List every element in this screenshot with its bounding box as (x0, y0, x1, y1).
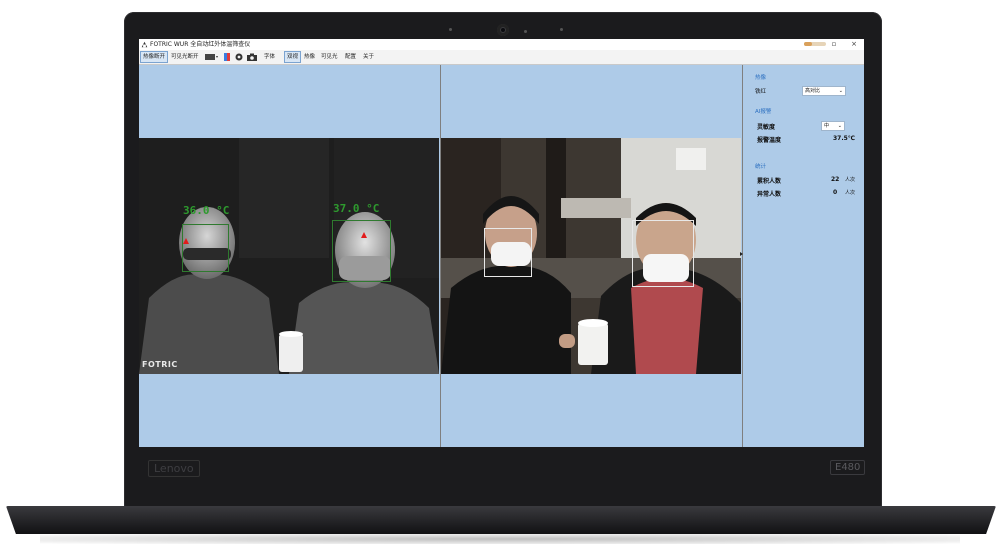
thermal-disconnect-button[interactable]: 热像断开 (140, 51, 169, 63)
section-heading-ai: AI报警 (755, 109, 772, 115)
title-bar: FOTRIC WUR 全自动红外体温筛查仪 ▫ × (139, 39, 864, 50)
color-bar-icon[interactable] (223, 53, 231, 61)
watermark: FOTRIC (142, 360, 178, 369)
alarm-temp-label: 报警温度 (757, 137, 782, 144)
abnormal-count-unit: 人次 (845, 190, 856, 196)
about-button[interactable]: 关于 (361, 52, 376, 62)
sensitivity-select[interactable]: 中 ⌄ (821, 121, 845, 131)
palette-label: 铁红 (755, 89, 767, 95)
window-title: FOTRIC WUR 全自动红外体温筛查仪 (150, 41, 251, 48)
config-button[interactable]: 配置 (343, 52, 358, 62)
close-button[interactable]: × (847, 39, 861, 50)
visible-video (441, 138, 741, 374)
total-count-unit: 人次 (845, 177, 856, 183)
pane-divider[interactable] (742, 65, 743, 447)
window-toggle[interactable] (804, 42, 826, 46)
collapse-panel-icon[interactable] (740, 252, 743, 256)
app-window: FOTRIC WUR 全自动红外体温筛查仪 ▫ × 热像断开 可见光断开 字体 … (139, 39, 864, 447)
face-detection-box (182, 224, 229, 272)
toolbar: 热像断开 可见光断开 字体 双视 热像 可见光 配置 关于 (139, 50, 864, 65)
model-badge: E480 (830, 460, 866, 475)
face-detection-box (484, 228, 532, 277)
palette-select-value: 高对比 (805, 88, 821, 94)
app-logo-icon (141, 41, 148, 48)
settings-panel: 热像 铁红 高对比 ⌄ AI报警 灵敏度 中 ⌄ 报警温度 37.5℃ 统计 累… (745, 65, 864, 447)
settings-icon[interactable] (235, 53, 243, 61)
temperature-label: 37.0 °C (333, 202, 380, 215)
temperature-label: 36.0 °C (183, 204, 230, 217)
alarm-temp-value[interactable]: 37.5℃ (833, 135, 855, 142)
brand-logo: Lenovo (148, 460, 200, 477)
indicator-light (524, 30, 527, 33)
thermal-video: 36.0 °C 37.0 °C FOTRIC (139, 138, 439, 374)
dual-view-button[interactable]: 双视 (284, 51, 302, 63)
sensitivity-label: 灵敏度 (757, 124, 776, 131)
section-heading-stats: 统计 (755, 164, 767, 170)
thermal-view-button[interactable]: 热像 (302, 52, 317, 62)
visible-disconnect-button[interactable]: 可见光断开 (169, 52, 201, 62)
camera-icon[interactable] (247, 53, 257, 61)
visible-pane (441, 65, 741, 447)
thermal-pane: 36.0 °C 37.0 °C FOTRIC (139, 65, 440, 447)
indicator-light (560, 28, 563, 31)
palette-select[interactable]: 高对比 ⌄ (802, 86, 846, 96)
webcam-icon (497, 24, 509, 36)
font-button[interactable]: 字体 (262, 52, 277, 62)
total-count-label: 累积人数 (757, 178, 782, 185)
alarm-marker-icon (361, 232, 367, 238)
laptop-base (6, 506, 996, 534)
chevron-down-icon: ⌄ (838, 88, 843, 94)
abnormal-count-label: 异常人数 (757, 191, 782, 198)
palette-dropdown-icon[interactable] (205, 53, 219, 61)
chevron-down-icon: ⌄ (837, 123, 842, 129)
total-count-value: 22 (831, 176, 840, 183)
alarm-marker-icon (183, 238, 189, 244)
face-detection-box (332, 220, 391, 282)
visible-view-button[interactable]: 可见光 (319, 52, 340, 62)
face-detection-box (632, 220, 694, 287)
sensitivity-select-value: 中 (824, 123, 830, 129)
indicator-light (449, 28, 452, 31)
abnormal-count-value: 0 (833, 189, 838, 196)
base-shadow (40, 534, 960, 544)
restore-button[interactable]: ▫ (827, 39, 841, 50)
section-heading-thermal: 热像 (755, 75, 767, 81)
